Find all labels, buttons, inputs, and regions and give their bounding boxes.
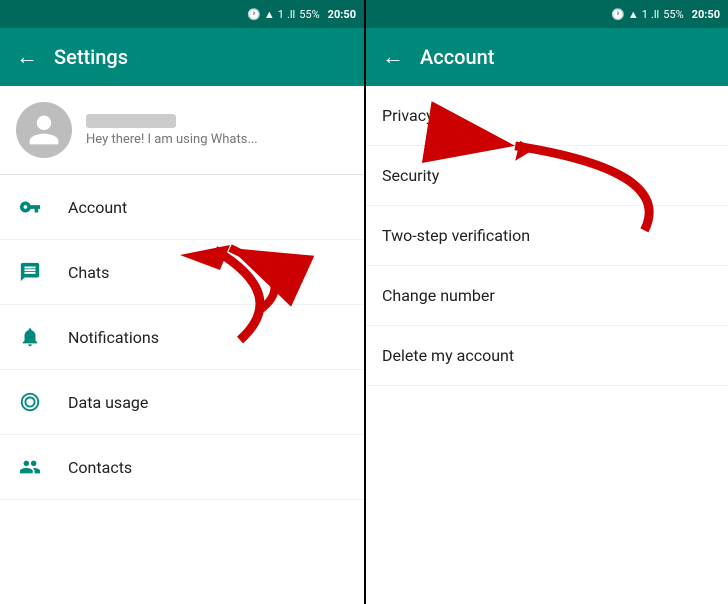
avatar bbox=[16, 102, 72, 158]
chats-icon bbox=[16, 258, 44, 286]
data-usage-icon bbox=[16, 388, 44, 416]
notifications-icon bbox=[16, 323, 44, 351]
list-item-delete-account[interactable]: Delete my account bbox=[366, 326, 728, 386]
time-right: 20:50 bbox=[692, 8, 720, 21]
notifications-label: Notifications bbox=[68, 328, 159, 347]
chats-label: Chats bbox=[68, 263, 109, 282]
list-item-two-step[interactable]: Two-step verification bbox=[366, 206, 728, 266]
avatar-icon bbox=[26, 112, 62, 148]
privacy-label: Privacy bbox=[382, 106, 434, 125]
right-panel: 🕐 ▲ 1 .ll 55% 20:50 ← Account Privacy Se… bbox=[366, 0, 728, 604]
signal-icon-right: 1 bbox=[642, 8, 648, 21]
menu-item-contacts[interactable]: Contacts bbox=[0, 435, 364, 500]
bars-icon-right: .ll bbox=[651, 8, 659, 21]
signal-icon: 1 bbox=[278, 8, 284, 21]
menu-item-account[interactable]: Account bbox=[0, 175, 364, 240]
status-icons-right: 🕐 ▲ 1 .ll bbox=[611, 8, 659, 21]
account-label: Account bbox=[68, 198, 127, 217]
wifi-icon: ▲ bbox=[264, 8, 275, 21]
list-item-security[interactable]: Security bbox=[366, 146, 728, 206]
time-left: 20:50 bbox=[328, 8, 356, 21]
menu-item-data-usage[interactable]: Data usage bbox=[0, 370, 364, 435]
alarm-icon: 🕐 bbox=[247, 8, 261, 21]
back-button-left[interactable]: ← bbox=[16, 44, 38, 70]
battery-left: 55% bbox=[299, 8, 319, 21]
change-number-label: Change number bbox=[382, 286, 495, 305]
contacts-label: Contacts bbox=[68, 458, 132, 477]
status-bar-left: 🕐 ▲ 1 .ll 55% 20:50 bbox=[0, 0, 364, 28]
menu-item-chats[interactable]: Chats bbox=[0, 240, 364, 305]
profile-section[interactable]: Hey there! I am using Whats... bbox=[0, 86, 364, 175]
status-icons-left: 🕐 ▲ 1 .ll bbox=[247, 8, 295, 21]
wifi-icon-right: ▲ bbox=[628, 8, 639, 21]
alarm-icon-right: 🕐 bbox=[611, 8, 625, 21]
data-usage-label: Data usage bbox=[68, 393, 148, 412]
header-left: ← Settings bbox=[0, 28, 364, 86]
profile-status: Hey there! I am using Whats... bbox=[86, 132, 258, 147]
settings-title: Settings bbox=[54, 45, 348, 69]
account-title: Account bbox=[420, 45, 712, 69]
menu-item-notifications[interactable]: Notifications bbox=[0, 305, 364, 370]
left-panel: 🕐 ▲ 1 .ll 55% 20:50 ← Settings Hey there… bbox=[0, 0, 364, 604]
list-item-change-number[interactable]: Change number bbox=[366, 266, 728, 326]
profile-name bbox=[86, 114, 176, 128]
bars-icon: .ll bbox=[287, 8, 295, 21]
back-button-right[interactable]: ← bbox=[382, 44, 404, 70]
status-bar-right: 🕐 ▲ 1 .ll 55% 20:50 bbox=[366, 0, 728, 28]
header-right: ← Account bbox=[366, 28, 728, 86]
battery-right: 55% bbox=[663, 8, 683, 21]
contacts-icon bbox=[16, 453, 44, 481]
security-label: Security bbox=[382, 166, 439, 185]
list-item-privacy[interactable]: Privacy bbox=[366, 86, 728, 146]
two-step-label: Two-step verification bbox=[382, 226, 530, 245]
account-icon bbox=[16, 193, 44, 221]
profile-info: Hey there! I am using Whats... bbox=[86, 114, 258, 147]
delete-account-label: Delete my account bbox=[382, 346, 514, 365]
